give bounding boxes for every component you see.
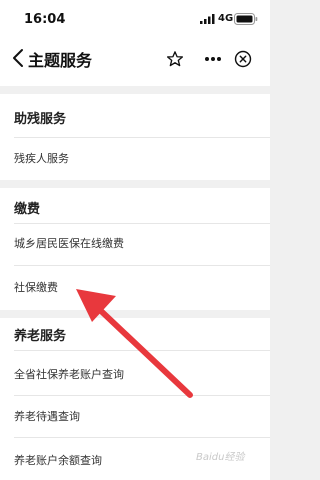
section-disability-services: 助残服务 残疾人服务 <box>0 94 270 180</box>
signal-icon <box>200 14 215 24</box>
section-header: 养老服务 <box>14 329 67 344</box>
star-icon[interactable] <box>166 50 184 68</box>
section-payment: 缴费 城乡居民医保在线缴费 社保缴费 <box>0 188 270 310</box>
divider <box>14 265 270 266</box>
back-chevron-icon[interactable] <box>12 48 24 68</box>
network-label: 4G <box>218 13 234 24</box>
divider <box>14 350 270 351</box>
close-circle-icon[interactable] <box>234 50 252 68</box>
divider <box>14 437 270 438</box>
divider <box>14 395 270 396</box>
list-item-pension-benefit-query[interactable]: 养老待遇查询 <box>14 408 80 424</box>
list-item-pension-account-balance-query[interactable]: 养老账户余额查询 <box>14 452 102 468</box>
watermark: Baidu经验 <box>196 452 245 463</box>
section-header: 缴费 <box>14 202 41 217</box>
status-time: 16:04 <box>24 12 66 27</box>
nav-bar: 主题服务 <box>0 32 270 86</box>
status-bar: 16:04 4G <box>0 0 270 32</box>
list-item-social-security-payment[interactable]: 社保缴费 <box>14 279 58 295</box>
list-item-disabled-person-service[interactable]: 残疾人服务 <box>14 150 69 166</box>
divider <box>14 137 270 138</box>
section-header: 助残服务 <box>14 112 67 127</box>
battery-icon <box>234 13 258 25</box>
divider <box>14 223 270 224</box>
list-item-resident-medical-insurance-payment[interactable]: 城乡居民医保在线缴费 <box>14 235 124 251</box>
list-item-provincial-pension-account-query[interactable]: 全省社保养老账户查询 <box>14 366 124 382</box>
more-icon[interactable] <box>204 56 222 62</box>
page-title: 主题服务 <box>28 51 93 70</box>
